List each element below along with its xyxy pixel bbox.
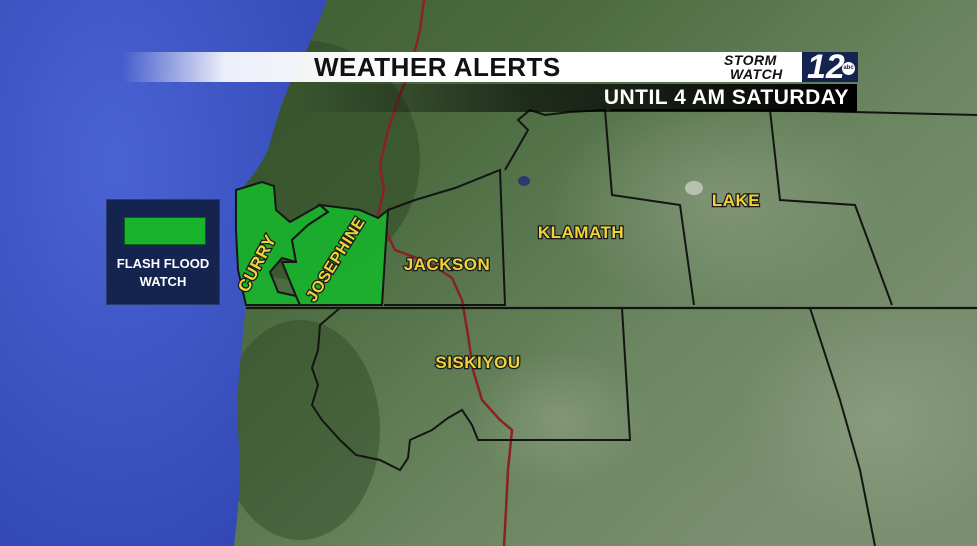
abc-network-icon: abc — [842, 62, 855, 75]
county-label-klamath: KLAMATH — [538, 223, 624, 242]
legend-label-line1: FLASH FLOOD — [116, 256, 210, 271]
page-title: WEATHER ALERTS — [314, 52, 561, 82]
alert-expiration: UNTIL 4 AM SATURDAY — [603, 86, 849, 109]
county-label-jackson: JACKSON — [404, 255, 491, 274]
logo-number: 12 — [807, 48, 845, 86]
legend-label-line2: WATCH — [139, 274, 187, 289]
weather-alert-map: CURRY JOSEPHINE JACKSON KLAMATH LAKE SIS… — [0, 0, 977, 546]
map-legend: FLASH FLOOD WATCH — [106, 199, 220, 305]
stormwatch-12-logo: STORM WATCH 12 abc — [724, 48, 858, 86]
lake — [518, 176, 530, 186]
county-label-lake: LAKE — [712, 191, 760, 210]
logo-storm-text: STORM — [724, 52, 777, 68]
lake — [685, 181, 703, 195]
flash-flood-watch-swatch — [124, 217, 206, 245]
terrain-dark — [220, 320, 380, 540]
logo-watch-text: WATCH — [730, 66, 783, 82]
county-label-siskiyou: SISKIYOU — [435, 353, 520, 372]
